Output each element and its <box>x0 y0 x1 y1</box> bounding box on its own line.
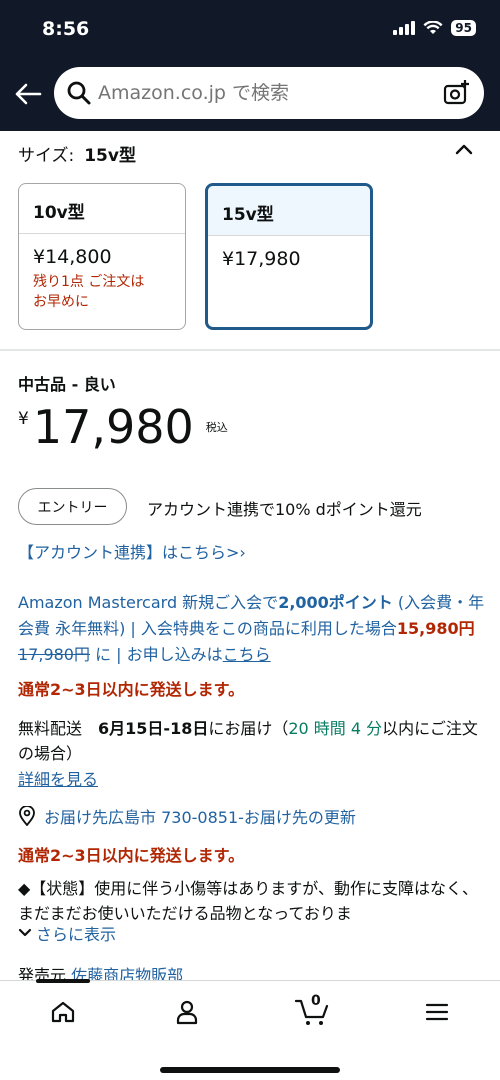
menu-icon <box>425 1003 449 1021</box>
stock-warning: 残り1点 ご注文は お早めに <box>33 274 145 310</box>
price-value: 17,980 <box>32 400 194 454</box>
item-condition: 中古品 - 良い <box>18 375 116 394</box>
battery-indicator: 95 <box>451 20 476 36</box>
account-icon <box>176 1000 198 1025</box>
home-icon <box>51 1001 75 1023</box>
status-time: 8:56 <box>42 18 90 40</box>
size-label: サイズ: <box>18 146 75 166</box>
shipping-notice: 通常2~3日以内に発送します。 <box>18 680 245 699</box>
nav-menu[interactable] <box>417 995 457 1029</box>
size-option-15v[interactable]: 15v型 ¥17,980 <box>205 183 373 330</box>
tax-note: 税込 <box>205 421 228 434</box>
dpoint-promo-text: アカウント連携で10% dポイント還元 <box>147 500 422 519</box>
entry-button[interactable]: エントリー <box>18 488 127 525</box>
bottom-nav: 0 <box>0 979 500 1080</box>
camera-search-icon[interactable] <box>442 79 470 107</box>
size-option-price: ¥14,800 <box>33 246 112 268</box>
mastercard-promo[interactable]: Amazon Mastercard 新規ご入会で2,000ポイント (入会費・年… <box>18 590 488 668</box>
details-link[interactable]: 詳細を見る <box>18 766 98 790</box>
search-bar[interactable] <box>54 67 484 119</box>
home-indicator <box>160 1067 340 1073</box>
back-arrow-icon[interactable] <box>14 82 42 106</box>
active-tab-indicator <box>36 979 90 983</box>
account-link[interactable]: 【アカウント連携】はこちら>› <box>18 539 246 563</box>
chevron-down-icon <box>18 928 32 937</box>
delivery-location[interactable]: お届け先広島市 730-0851‐お届け先の更新 <box>18 804 356 828</box>
size-option-10v[interactable]: 10v型 ¥14,800 残り1点 ご注文は お早めに <box>18 183 186 330</box>
shipping-notice-2: 通常2~3日以内に発送します。 <box>18 846 245 865</box>
wifi-icon <box>423 21 443 34</box>
size-option-price: ¥17,980 <box>222 248 301 270</box>
nav-account[interactable] <box>167 995 207 1029</box>
delivery-info: 無料配送 6月15日-18日にお届け（20 時間 4 分以内にご注文の場合） <box>18 719 478 763</box>
size-option-name: 15v型 <box>208 186 370 236</box>
size-selected-value: 15v型 <box>84 146 136 166</box>
location-text: お届け先広島市 730-0851‐お届け先の更新 <box>44 808 356 827</box>
mastercard-apply-link[interactable]: こちら <box>223 645 271 664</box>
signal-icon <box>393 21 416 35</box>
nav-home[interactable] <box>43 995 83 1029</box>
location-pin-icon <box>19 806 35 826</box>
chevron-up-icon[interactable] <box>454 142 474 156</box>
currency-symbol: ¥ <box>18 409 29 429</box>
size-selector-label: サイズ: 15v型 <box>18 141 136 166</box>
header-bar: 8:56 95 <box>0 0 500 131</box>
condition-description: ◆【状態】使用に伴う小傷等はありますが、動作に支障はなく、まだまだお使いいただけ… <box>18 879 478 920</box>
search-icon <box>67 81 91 105</box>
size-option-name: 10v型 <box>19 184 185 234</box>
cart-count: 0 <box>311 993 321 1009</box>
search-input[interactable] <box>98 67 428 119</box>
section-divider <box>0 349 500 351</box>
nav-cart[interactable]: 0 <box>292 993 332 1029</box>
price-display: ¥ 17,980 税込 <box>18 399 228 455</box>
status-indicators: 95 <box>393 20 476 36</box>
show-more-link[interactable]: さらに表示 <box>18 921 116 945</box>
